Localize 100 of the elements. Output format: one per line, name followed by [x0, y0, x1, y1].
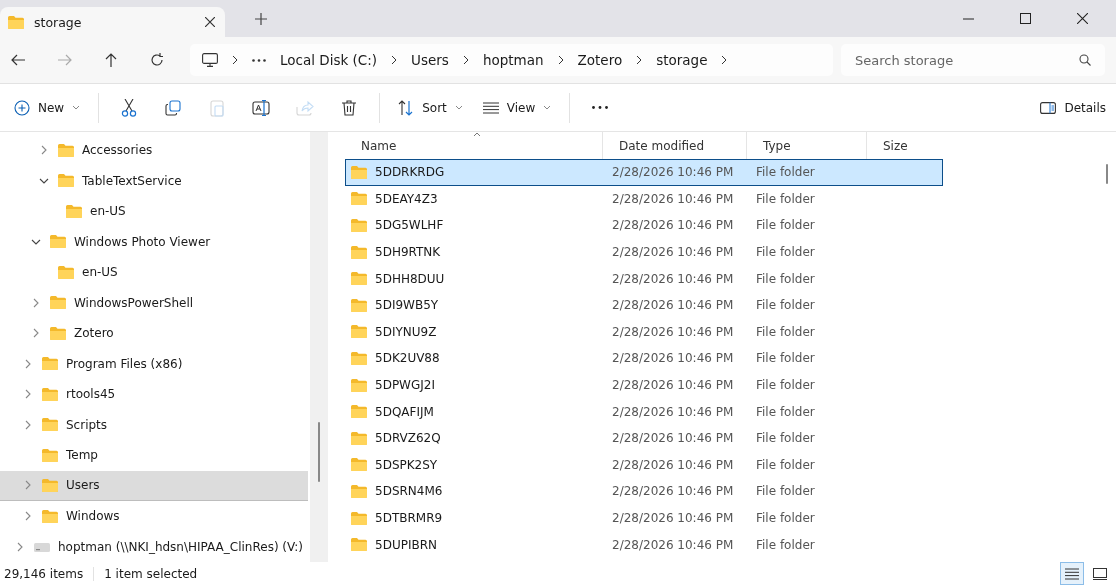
new-button[interactable]: New	[6, 89, 89, 126]
file-row[interactable]: 5DUPIBRN 2/28/2026 10:46 PM File folder	[345, 531, 943, 558]
tree-item[interactable]: Scripts	[0, 409, 308, 440]
tree-item[interactable]: Zotero	[0, 318, 308, 349]
folder-icon	[50, 235, 66, 249]
column-header[interactable]: Size	[867, 132, 939, 159]
chevron-icon[interactable]	[391, 55, 398, 65]
date-cell: 2/28/2026 10:46 PM	[612, 431, 734, 446]
tree-item[interactable]: Temp	[0, 440, 308, 471]
file-row[interactable]: 5DEAY4Z3 2/28/2026 10:46 PM File folder	[345, 185, 943, 213]
view-button[interactable]: View	[474, 89, 560, 126]
file-name: 5DH9RTNK	[375, 245, 441, 260]
breadcrumb-item[interactable]: storage	[656, 52, 708, 68]
close-icon[interactable]	[1077, 13, 1088, 24]
copy-icon	[165, 99, 182, 116]
file-row[interactable]: 5DHH8DUU 2/28/2026 10:46 PM File folder	[345, 265, 943, 292]
file-name: 5DUPIBRN	[375, 537, 437, 552]
file-row[interactable]: 5DPWGJ2I 2/28/2026 10:46 PM File folder	[345, 371, 943, 399]
file-row[interactable]: 5DI9WB5Y 2/28/2026 10:46 PM File folder	[345, 291, 943, 319]
breadcrumb-item[interactable]: Zotero	[577, 52, 623, 68]
chevron-icon[interactable]	[636, 55, 643, 65]
chevron-right-icon[interactable]	[25, 389, 31, 400]
new-tab-icon[interactable]	[255, 12, 267, 25]
chevron-right-icon[interactable]	[41, 145, 47, 156]
folder-icon	[42, 509, 58, 523]
chevron-icon[interactable]	[462, 55, 469, 65]
refresh-icon[interactable]	[150, 53, 164, 67]
file-row[interactable]: 5DRVZ62Q 2/28/2026 10:46 PM File folder	[345, 424, 943, 452]
type-cell: File folder	[756, 218, 815, 233]
chevron-icon[interactable]	[721, 55, 728, 65]
file-row[interactable]: 5DSRN4M6 2/28/2026 10:46 PM File folder	[345, 478, 943, 505]
file-row[interactable]: 5DSPK2SY 2/28/2026 10:46 PM File folder	[345, 451, 943, 479]
caret-icon	[454, 105, 463, 110]
tree-item[interactable]: Windows Photo Viewer	[0, 226, 308, 257]
tree-item[interactable]: WindowsPowerShell	[0, 287, 308, 318]
file-row[interactable]: 5DK2UV88 2/28/2026 10:46 PM File folder	[345, 345, 943, 372]
file-row[interactable]: 5DTBRMR9 2/28/2026 10:46 PM File folder	[345, 504, 943, 532]
chevron-icon[interactable]	[557, 55, 564, 65]
folder-icon	[50, 326, 66, 340]
lines-icon	[482, 101, 499, 114]
date-cell: 2/28/2026 10:46 PM	[612, 324, 734, 339]
file-row[interactable]: 5DH9RTNK 2/28/2026 10:46 PM File folder	[345, 238, 943, 266]
tree-item[interactable]: Program Files (x86)	[0, 348, 308, 379]
file-name: 5DHH8DUU	[375, 271, 445, 286]
minimize-icon[interactable]	[963, 17, 974, 20]
up-arrow-icon[interactable]	[105, 53, 117, 67]
date-cell: 2/28/2026 10:46 PM	[612, 218, 734, 233]
tree-item[interactable]: en-US	[0, 196, 308, 227]
caret-icon	[543, 105, 552, 110]
folder-icon	[351, 431, 367, 445]
tree-item[interactable]: Users	[0, 470, 308, 501]
tree-item[interactable]: en-US	[0, 257, 308, 288]
more-icon[interactable]	[252, 58, 266, 62]
date-cell: 2/28/2026 10:46 PM	[612, 165, 734, 180]
chevron-down-icon[interactable]	[39, 177, 49, 184]
window-tab[interactable]: storage	[0, 7, 225, 37]
tree-item[interactable]: Accessories	[0, 135, 308, 166]
rename-icon	[252, 99, 271, 116]
maximize-icon[interactable]	[1020, 13, 1031, 24]
date-cell: 2/28/2026 10:46 PM	[612, 245, 734, 260]
file-row[interactable]: 5DG5WLHF 2/28/2026 10:46 PM File folder	[345, 212, 943, 239]
back-arrow-icon[interactable]	[11, 54, 25, 66]
file-name: 5DDRKRDG	[375, 165, 445, 180]
breadcrumb-item[interactable]: hoptman	[482, 52, 544, 68]
type-cell: File folder	[756, 165, 815, 180]
tree-item[interactable]: Windows	[0, 501, 308, 532]
more-icon	[592, 106, 609, 109]
address-bar[interactable]: Local Disk (C:) Users hoptman Zotero storage	[190, 44, 833, 76]
tree-item[interactable]: TableTextService	[0, 165, 308, 196]
tree-item[interactable]: hoptman (\\NKI_hdsn\HIPAA_ClinRes) (V:)	[0, 531, 308, 562]
folder-icon	[351, 219, 367, 232]
tree-item[interactable]: rtools45	[0, 379, 308, 410]
tile-icon	[1093, 567, 1107, 580]
chevron-right-icon[interactable]	[25, 358, 31, 369]
chevron-right-icon[interactable]	[25, 419, 31, 430]
details-view-button[interactable]	[1060, 562, 1084, 585]
type-cell: File folder	[756, 351, 815, 366]
chevron-right-icon[interactable]	[33, 297, 39, 308]
date-cell: 2/28/2026 10:46 PM	[612, 537, 734, 552]
chevron-right-icon[interactable]	[25, 480, 31, 491]
sort-button[interactable]: Sort	[390, 89, 471, 126]
folder-icon	[42, 357, 58, 371]
chevron-right-icon[interactable]	[17, 541, 23, 552]
file-row[interactable]: 5DQAFIJM 2/28/2026 10:46 PM File folder	[345, 398, 943, 425]
folder-icon	[66, 204, 82, 218]
search-icon	[1079, 54, 1091, 66]
breadcrumb-item[interactable]: Users	[411, 52, 449, 68]
type-cell: File folder	[756, 378, 815, 393]
chevron-down-icon[interactable]	[31, 238, 41, 245]
file-row[interactable]: 5DDRKRDG 2/28/2026 10:46 PM File folder	[345, 159, 943, 186]
search-field[interactable]: Search storage	[841, 44, 1105, 76]
folder-icon	[351, 245, 367, 259]
file-name: 5DG5WLHF	[375, 218, 444, 233]
details-button[interactable]: Details	[1032, 89, 1114, 126]
breadcrumb-item[interactable]: Local Disk (C:)	[280, 52, 378, 68]
close-icon[interactable]	[205, 17, 215, 27]
chevron-right-icon[interactable]	[25, 511, 31, 522]
file-name: 5DSRN4M6	[375, 484, 443, 499]
chevron-right-icon[interactable]	[33, 328, 39, 339]
file-row[interactable]: 5DIYNU9Z 2/28/2026 10:46 PM File folder	[345, 318, 943, 346]
